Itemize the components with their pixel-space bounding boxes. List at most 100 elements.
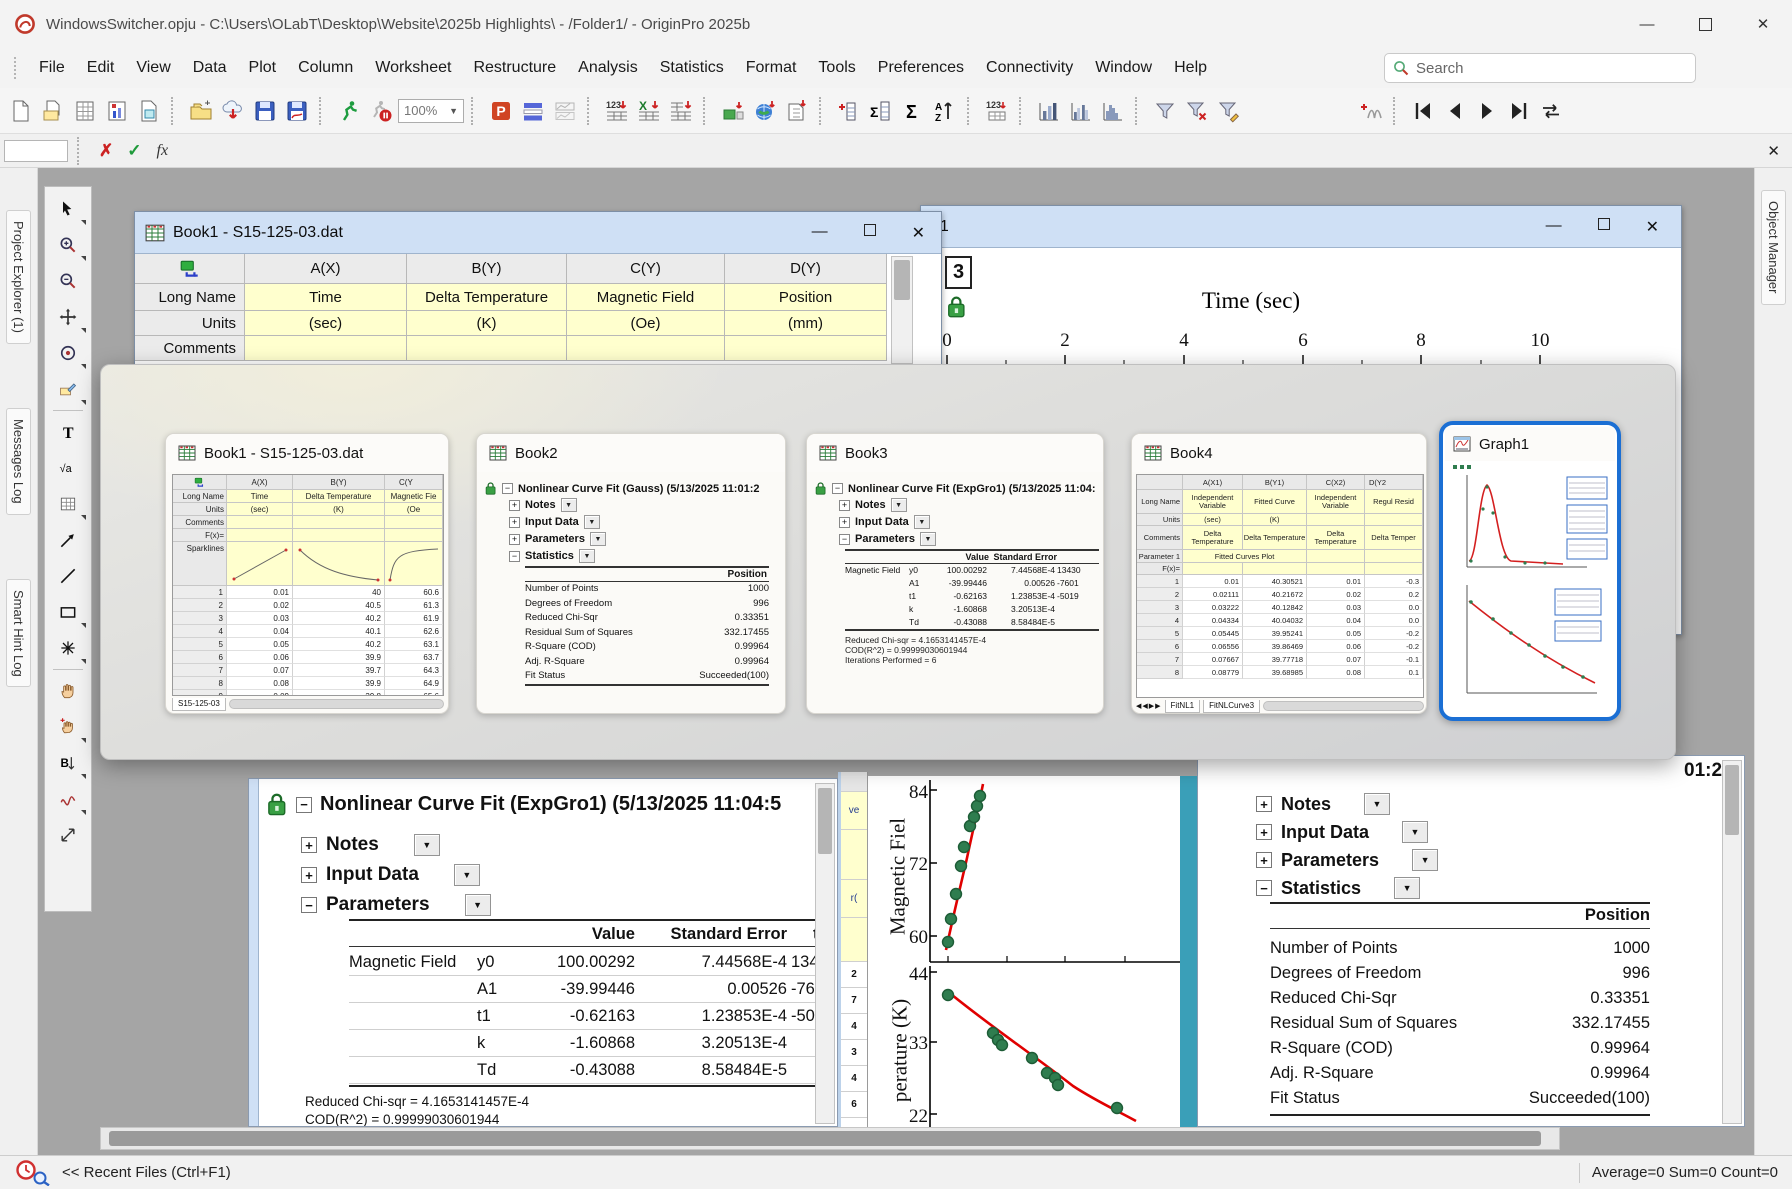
new-notes-button[interactable] [134,96,164,126]
close-icon[interactable]: ✕ [1734,0,1792,48]
child-maximize-icon[interactable] [864,223,876,243]
cancel-edit-icon[interactable]: ✗ [94,141,118,161]
worksheet-corner-cell[interactable] [135,254,245,284]
vertical-scrollbar[interactable] [891,256,913,364]
child-minimize-icon[interactable]: — [812,223,828,243]
insert-table-tool-icon[interactable] [49,486,87,522]
search-input[interactable]: Search [1384,53,1696,83]
toolbar-grip[interactable] [471,97,479,125]
expand-icon[interactable]: + [1256,796,1272,812]
tab-messages-log[interactable]: Messages Log [6,408,31,515]
save-template-button[interactable] [282,96,312,126]
comments-cell[interactable] [567,336,725,361]
fit-layers-button-disabled[interactable] [550,96,580,126]
first-window-button[interactable] [1408,96,1438,126]
menu-restructure[interactable]: Restructure [462,54,567,82]
clone-import-button[interactable] [782,96,812,126]
close-bar-icon[interactable]: ✕ [1767,142,1780,160]
layout-layers-button[interactable] [518,96,548,126]
units-cell[interactable]: (K) [407,311,567,336]
toolbar-grip[interactable] [587,97,595,125]
toolbar-grip[interactable] [1393,97,1401,125]
graph1-window-titlebar[interactable]: h1 — ✕ [921,206,1681,248]
plot-grouped-chart-button[interactable] [1066,96,1096,126]
expand-icon[interactable]: + [301,867,317,883]
menu-worksheet[interactable]: Worksheet [364,54,462,82]
units-cell[interactable]: (mm) [725,311,887,336]
grab-tool-icon[interactable] [49,709,87,745]
sort-button[interactable]: AZ [930,96,960,126]
screen-reader-tool-icon[interactable] [49,335,87,371]
long-name-cell[interactable]: Time [245,284,407,311]
sheet-tab[interactable]: FitNLCurve3 [1203,700,1260,713]
toolbar-grip[interactable] [77,137,85,165]
fit-report-left-window[interactable]: − Nonlinear Curve Fit (ExpGro1) (5/13/20… [248,778,838,1127]
toolbar-grip[interactable] [1019,97,1027,125]
book1-worksheet[interactable]: A(X) B(Y) C(Y) D(Y) Long Name Time Delta… [135,254,941,361]
maximize-icon[interactable] [1676,0,1734,48]
column-header[interactable]: C(Y) [567,254,725,284]
equation-tool-icon[interactable]: √a [49,450,87,486]
dropdown-button[interactable]: ▼ [414,834,440,856]
open-from-cloud-button[interactable] [218,96,248,126]
annotation-tool-icon[interactable] [49,371,87,407]
menu-preferences[interactable]: Preferences [867,54,975,82]
zoom-level-select[interactable]: 100%▼ [398,99,464,123]
resize-tool-icon[interactable] [49,817,87,853]
previous-window-button[interactable] [1440,96,1470,126]
collapse-icon[interactable]: − [301,897,317,913]
import-wizard-button[interactable] [666,96,696,126]
hand-pan-tool-icon[interactable] [49,673,87,709]
plot-histogram-button[interactable] [1098,96,1128,126]
units-cell[interactable]: (Oe) [567,311,725,336]
dropdown-button[interactable]: ▼ [1402,821,1428,843]
edit-filter-button[interactable] [1214,96,1244,126]
child-close-icon[interactable]: ✕ [912,223,925,243]
child-minimize-icon[interactable]: — [1546,217,1562,237]
collapse-icon[interactable]: − [296,797,312,813]
plot-column-chart-button[interactable] [1034,96,1064,126]
switcher-card-book1[interactable]: Book1 - S15-125-03.dat A(X) B(Y) C(Y Lon… [165,433,449,714]
dropdown-button[interactable]: ▼ [1394,877,1420,899]
recent-files-label[interactable]: << Recent Files (Ctrl+F1) [62,1164,231,1181]
menu-edit[interactable]: Edit [76,54,126,82]
import-ascii-button[interactable]: 123 [602,96,632,126]
comments-cell[interactable] [725,336,887,361]
switcher-card-graph1-selected[interactable]: Graph1 [1439,421,1621,721]
polygon-tool-icon[interactable] [49,630,87,666]
long-name-cell[interactable]: Delta Temperature [407,284,567,311]
toolbar-grip[interactable] [703,97,711,125]
fit-report-right-window[interactable]: 01:2 +Notes▼ +Input Data▼ +Parameters▼ −… [1197,755,1745,1127]
text-tool-icon[interactable]: T [49,414,87,450]
toolbar-grip[interactable] [1135,97,1143,125]
scrollbar-thumb[interactable] [109,1131,1541,1146]
sum-column-button[interactable]: Σ [866,96,896,126]
tab-project-explorer[interactable]: Project Explorer (1) [6,210,31,344]
line-tool-icon[interactable] [49,558,87,594]
recent-files-icon[interactable] [14,1160,54,1186]
select-data-tool-icon[interactable]: B [49,745,87,781]
expand-icon[interactable]: + [1256,824,1272,840]
menu-view[interactable]: View [125,54,181,82]
rectangle-tool-icon[interactable] [49,594,87,630]
zoom-out-tool-icon[interactable] [49,263,87,299]
menu-column[interactable]: Column [287,54,364,82]
add-function-plot-button[interactable] [1356,96,1386,126]
menu-help[interactable]: Help [1163,54,1218,82]
horizontal-scrollbar[interactable] [229,699,444,709]
import-web-button[interactable] [750,96,780,126]
child-maximize-icon[interactable] [1598,217,1610,237]
dropdown-button[interactable]: ▼ [454,864,480,886]
dropdown-button[interactable]: ▼ [1412,849,1438,871]
tab-object-manager[interactable]: Object Manager [1761,190,1786,305]
vertical-scrollbar[interactable] [815,783,835,1124]
horizontal-scrollbar[interactable] [100,1127,1560,1150]
import-excel-button[interactable]: X [634,96,664,126]
toolbar-grip[interactable] [171,97,179,125]
menu-format[interactable]: Format [735,54,808,82]
collapse-icon[interactable]: − [1256,880,1272,896]
new-project-button[interactable] [6,96,36,126]
confirm-edit-icon[interactable]: ✓ [122,141,146,161]
sheet-nav-icons[interactable]: ◀◀▶▶ [1136,702,1162,710]
switcher-card-book4[interactable]: Book4 A(X1) B(Y1) C(X2) D(Y2 Long Name I… [1131,433,1427,714]
